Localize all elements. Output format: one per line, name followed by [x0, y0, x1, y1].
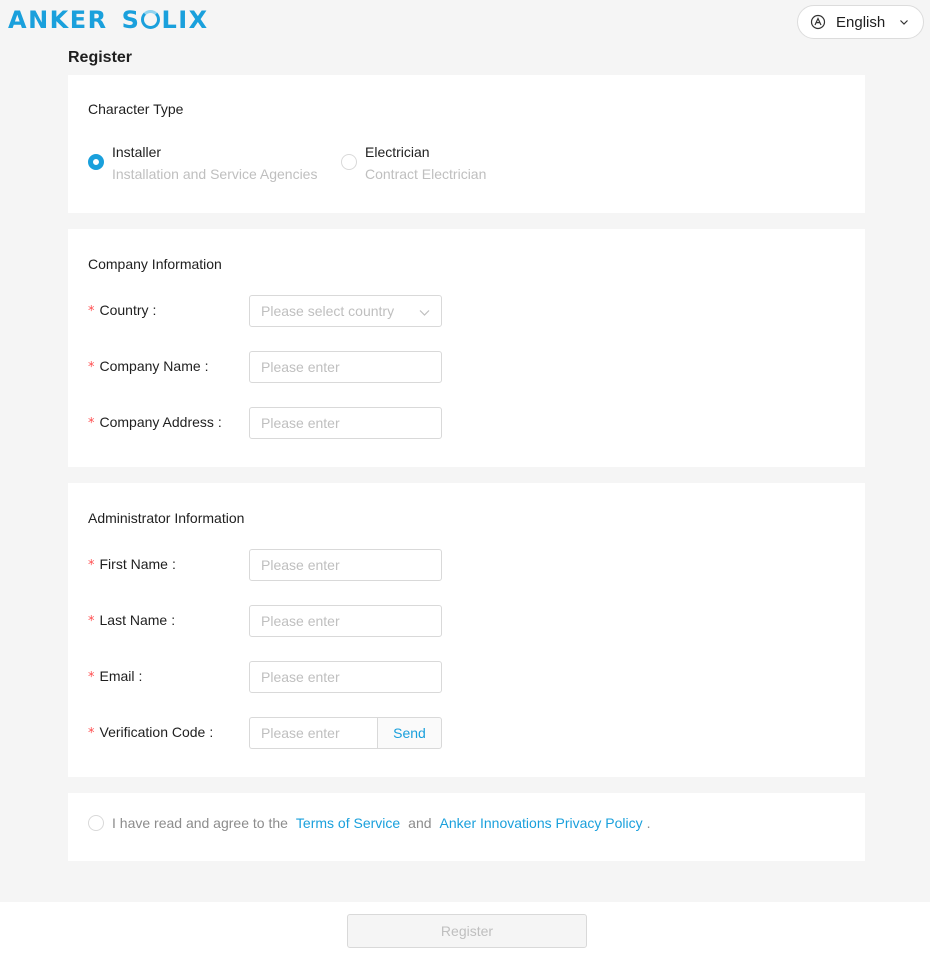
language-selector[interactable]: English [797, 5, 924, 39]
agreement-row: I have read and agree to the Terms of Se… [88, 815, 651, 831]
terms-of-service-link[interactable]: Terms of Service [296, 815, 400, 831]
logo-solix: S LIX [121, 6, 209, 34]
agreement-checkbox[interactable] [88, 815, 104, 831]
country-placeholder: Please select country [261, 303, 395, 319]
globe-icon [810, 14, 826, 30]
email-label: * Email: [88, 668, 143, 685]
company-address-label: * Company Address: [88, 414, 222, 431]
language-label: English [836, 13, 886, 31]
chevron-down-icon [900, 20, 909, 25]
required-mark: * [88, 416, 95, 431]
agreement-prefix: I have read and agree to the [112, 815, 288, 831]
electrician-sublabel: Contract Electrician [365, 166, 487, 182]
chevron-down-icon [419, 310, 430, 316]
company-name-input[interactable] [249, 351, 442, 383]
country-select[interactable]: Please select country [249, 295, 442, 327]
email-input[interactable] [249, 661, 442, 693]
agreement-and: and [408, 815, 432, 831]
agreement-suffix: . [646, 815, 651, 831]
verification-code-row: *Verification Code: Send [88, 717, 848, 749]
last-name-label: * Last Name: [88, 612, 176, 629]
required-mark: * [88, 360, 95, 375]
installer-radio[interactable] [88, 154, 104, 170]
character-type-title: Character Type [88, 101, 184, 117]
required-mark: * [88, 670, 95, 685]
privacy-policy-link[interactable]: Anker Innovations Privacy Policy [440, 815, 643, 831]
register-button[interactable]: Register [347, 914, 587, 948]
logo-anker: ANKER [8, 6, 108, 34]
verification-code-input[interactable] [249, 717, 378, 749]
first-name-label: * First Name: [88, 556, 176, 573]
required-mark: * [88, 304, 95, 319]
company-name-row: * Company Name: [88, 351, 848, 383]
first-name-input[interactable] [249, 549, 442, 581]
last-name-input[interactable] [249, 605, 442, 637]
company-address-input[interactable] [249, 407, 442, 439]
email-row: * Email: [88, 661, 848, 693]
installer-label: Installer [112, 144, 162, 160]
footer-bar: Register [0, 902, 930, 957]
country-row: * Country: Please select country [88, 295, 848, 327]
brand-logo[interactable]: ANKER S LIX [8, 6, 209, 34]
country-label: * Country: [88, 302, 157, 319]
administrator-information-title: Administrator Information [88, 510, 245, 526]
company-information-title: Company Information [88, 256, 222, 272]
page-title: Register [68, 49, 133, 66]
installer-sublabel: Installation and Service Agencies [112, 166, 318, 182]
header: ANKER S LIX English [0, 0, 930, 44]
company-name-label: * Company Name: [88, 358, 209, 375]
character-type-card: Character Type Installer Installation an… [68, 75, 865, 213]
agreement-card: I have read and agree to the Terms of Se… [68, 793, 865, 861]
radio-option-electrician[interactable]: Electrician Contract Electrician [341, 142, 486, 184]
required-mark: * [88, 558, 95, 573]
first-name-row: * First Name: [88, 549, 848, 581]
administrator-information-card: Administrator Information *First Name: *… [68, 483, 865, 777]
verification-code-label: * Verification Code: [88, 724, 214, 741]
company-address-row: * Company Address: [88, 407, 848, 439]
required-mark: * [88, 726, 95, 741]
solix-o-mark [141, 10, 161, 29]
send-code-button[interactable]: Send [377, 717, 442, 749]
electrician-radio[interactable] [341, 154, 357, 170]
required-mark: * [88, 614, 95, 629]
electrician-label: Electrician [365, 144, 430, 160]
radio-option-installer[interactable]: Installer Installation and Service Agenc… [88, 142, 317, 184]
company-information-card: Company Information * Country: Please sel… [68, 229, 865, 467]
last-name-row: * Last Name: [88, 605, 848, 637]
